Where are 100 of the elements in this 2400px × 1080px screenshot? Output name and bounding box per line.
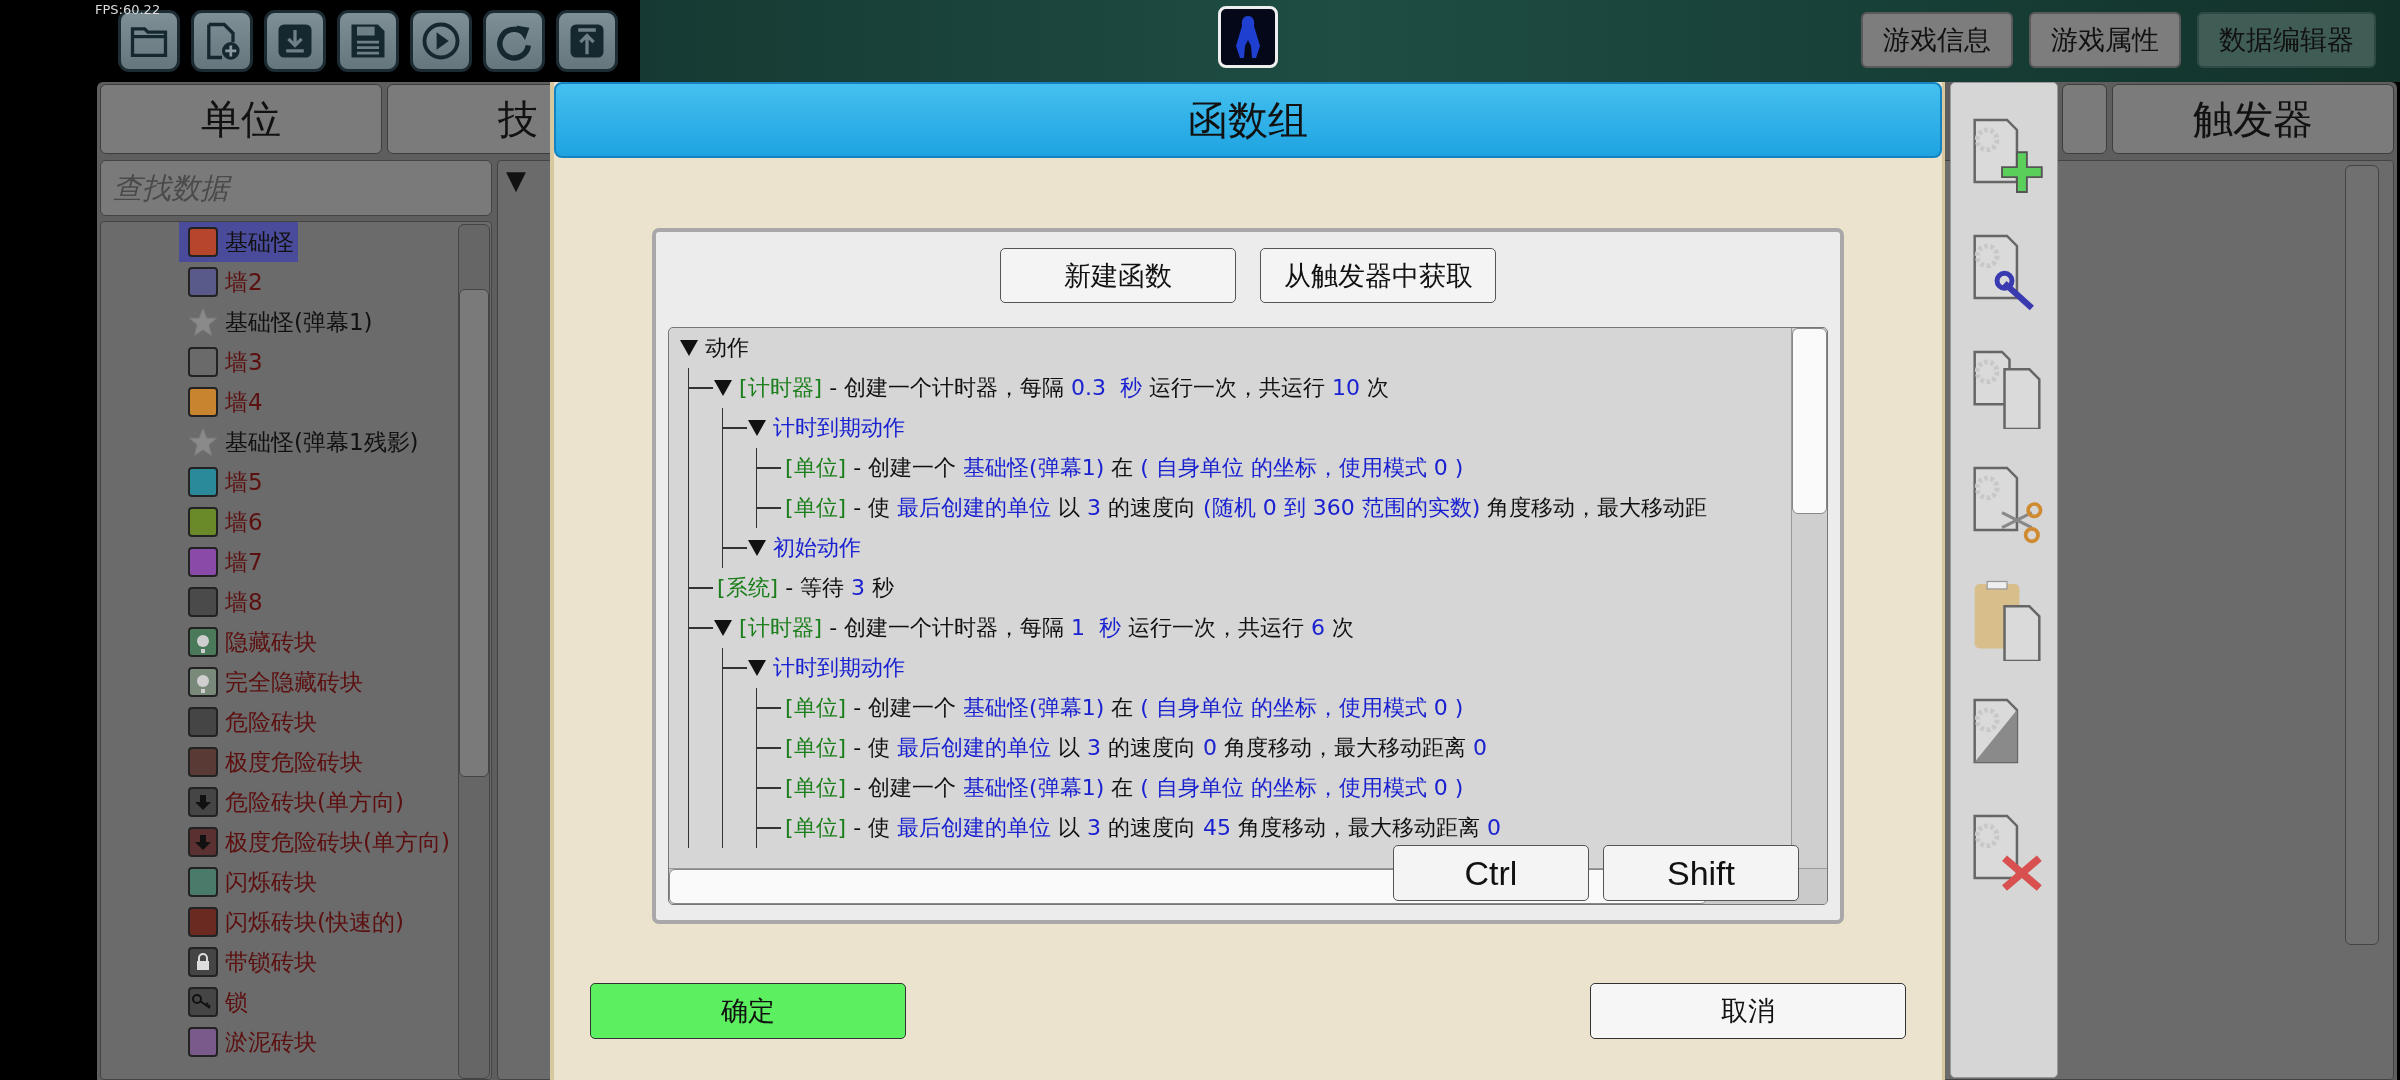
question-icon <box>187 666 219 698</box>
item-label: 墙4 <box>225 387 263 417</box>
tree-item[interactable]: 初始动作 <box>773 533 861 563</box>
tree-item[interactable]: 动作 <box>705 333 749 363</box>
list-item[interactable]: 危险砖块 <box>179 702 321 742</box>
block-icon <box>187 226 219 258</box>
play-button[interactable] <box>410 10 472 72</box>
list-item[interactable]: 墙2 <box>179 262 267 302</box>
tree-item[interactable]: [单位] - 创建一个 基础怪(弹幕1) 在 ( 自身单位 的坐标，使用模式 0 ) <box>785 453 1464 483</box>
save-button[interactable] <box>337 10 399 72</box>
cancel-button[interactable]: 取消 <box>1590 983 1906 1039</box>
block-icon <box>187 906 219 938</box>
item-label: 隐藏砖块 <box>225 627 317 657</box>
dialog-title: 函数组 <box>554 82 1942 158</box>
action-button[interactable]: 新建函数 <box>1000 248 1236 303</box>
lock-icon <box>187 946 219 978</box>
key-icon <box>187 986 219 1018</box>
list-item[interactable]: 基础怪 <box>179 222 298 262</box>
menu-button[interactable]: 游戏信息 <box>1861 12 2013 68</box>
tab[interactable] <box>2062 84 2107 154</box>
list-item[interactable]: 极度危险砖块(单方向) <box>179 822 454 862</box>
expand-icon[interactable] <box>679 339 699 357</box>
block-icon <box>187 466 219 498</box>
tree-item[interactable]: [单位] - 使 最后创建的单位 以 3 的速度向 45 角度移动，最大移动距离 0 <box>785 813 1502 843</box>
tree-item[interactable]: [计时器] - 创建一个计时器，每隔 0.3 秒 运行一次，共运行 10 次 <box>739 373 1390 403</box>
item-label: 闪烁砖块(快速的) <box>225 907 404 937</box>
expand-toggle[interactable]: ▼ <box>498 161 534 199</box>
list-item[interactable]: 墙5 <box>179 462 267 502</box>
refresh-button[interactable] <box>483 10 545 72</box>
expand-icon[interactable] <box>747 539 767 557</box>
list-item[interactable]: 墙8 <box>179 582 267 622</box>
block-icon <box>187 346 219 378</box>
item-label: 基础怪(弹幕1) <box>225 307 373 337</box>
confirm-button[interactable]: 确定 <box>590 983 906 1039</box>
block-icon <box>187 546 219 578</box>
list-item[interactable]: 完全隐藏砖块 <box>179 662 367 702</box>
block-icon <box>187 266 219 298</box>
tree-item[interactable]: [计时器] - 创建一个计时器，每隔 1 秒 运行一次，共运行 6 次 <box>739 613 1355 643</box>
list-item[interactable]: 墙4 <box>179 382 267 422</box>
list-item[interactable]: 墙6 <box>179 502 267 542</box>
tree-item[interactable]: [单位] - 使 最后创建的单位 以 3 的速度向 (随机 0 到 360 范围的实数) 角度移动，最大移动距 <box>785 493 1708 523</box>
list-item[interactable]: 淤泥砖块 <box>179 1022 321 1062</box>
menu-button[interactable]: 游戏属性 <box>2029 12 2181 68</box>
item-label: 锁 <box>225 987 248 1017</box>
tree-item[interactable]: [单位] - 创建一个 基础怪(弹幕1) 在 ( 自身单位 的坐标，使用模式 0 ) <box>785 693 1464 723</box>
item-label: 带锁砖块 <box>225 947 317 977</box>
star-icon <box>187 306 219 338</box>
block-icon <box>187 746 219 778</box>
item-label: 闪烁砖块 <box>225 867 317 897</box>
item-label: 危险砖块 <box>225 707 317 737</box>
item-label: 淤泥砖块 <box>225 1027 317 1057</box>
item-label: 墙7 <box>225 547 263 577</box>
fps-counter: FPS:60.22 <box>95 2 161 17</box>
item-label: 危险砖块(单方向) <box>225 787 404 817</box>
block-icon <box>187 586 219 618</box>
tree-item[interactable]: [单位] - 创建一个 基础怪(弹幕1) 在 ( 自身单位 的坐标，使用模式 0 ) <box>785 773 1464 803</box>
list-item[interactable]: 危险砖块(单方向) <box>179 782 408 822</box>
tree-item[interactable]: 计时到期动作 <box>773 413 905 443</box>
block-icon <box>187 386 219 418</box>
star-icon <box>187 426 219 458</box>
download-button[interactable] <box>264 10 326 72</box>
scrollbar[interactable] <box>1791 328 1827 868</box>
action-button[interactable]: 从触发器中获取 <box>1260 248 1496 303</box>
expand-icon[interactable] <box>713 379 733 397</box>
list-item[interactable]: 墙7 <box>179 542 267 582</box>
tree-item[interactable]: 计时到期动作 <box>773 653 905 683</box>
upload-button[interactable] <box>556 10 618 72</box>
tab[interactable]: 单位 <box>100 84 382 154</box>
list-item[interactable]: 闪烁砖块 <box>179 862 321 902</box>
new-file-button[interactable] <box>191 10 253 72</box>
list-item[interactable]: 基础怪(弹幕1残影) <box>179 422 423 462</box>
key-button[interactable]: Shift <box>1603 845 1799 901</box>
item-label: 墙8 <box>225 587 263 617</box>
block-icon <box>187 866 219 898</box>
scrollbar[interactable] <box>458 224 490 1079</box>
list-item[interactable]: 墙3 <box>179 342 267 382</box>
list-item[interactable]: 带锁砖块 <box>179 942 321 982</box>
list-item[interactable]: 极度危险砖块 <box>179 742 367 782</box>
item-label: 墙5 <box>225 467 263 497</box>
item-label: 墙2 <box>225 267 263 297</box>
list-item[interactable]: 基础怪(弹幕1) <box>179 302 377 342</box>
item-label: 墙3 <box>225 347 263 377</box>
menu-button[interactable]: 数据编辑器 <box>2197 12 2376 68</box>
scrollbar[interactable] <box>2345 165 2379 945</box>
expand-icon[interactable] <box>747 419 767 437</box>
key-button[interactable]: Ctrl <box>1393 845 1589 901</box>
item-label: 基础怪(弹幕1残影) <box>225 427 419 457</box>
block-icon <box>187 506 219 538</box>
expand-icon[interactable] <box>713 619 733 637</box>
expand-icon[interactable] <box>747 659 767 677</box>
block-icon <box>187 1026 219 1058</box>
item-label: 完全隐藏砖块 <box>225 667 363 697</box>
block-icon <box>187 706 219 738</box>
list-item[interactable]: 闪烁砖块(快速的) <box>179 902 408 942</box>
list-item[interactable]: 隐藏砖块 <box>179 622 321 662</box>
tab[interactable]: 触发器 <box>2112 84 2394 154</box>
tree-item[interactable]: [单位] - 使 最后创建的单位 以 3 的速度向 0 角度移动，最大移动距离 0 <box>785 733 1488 763</box>
item-label: 极度危险砖块(单方向) <box>225 827 450 857</box>
list-item[interactable]: 锁 <box>179 982 252 1022</box>
tree-item[interactable]: [系统] - 等待 3 秒 <box>717 573 895 603</box>
